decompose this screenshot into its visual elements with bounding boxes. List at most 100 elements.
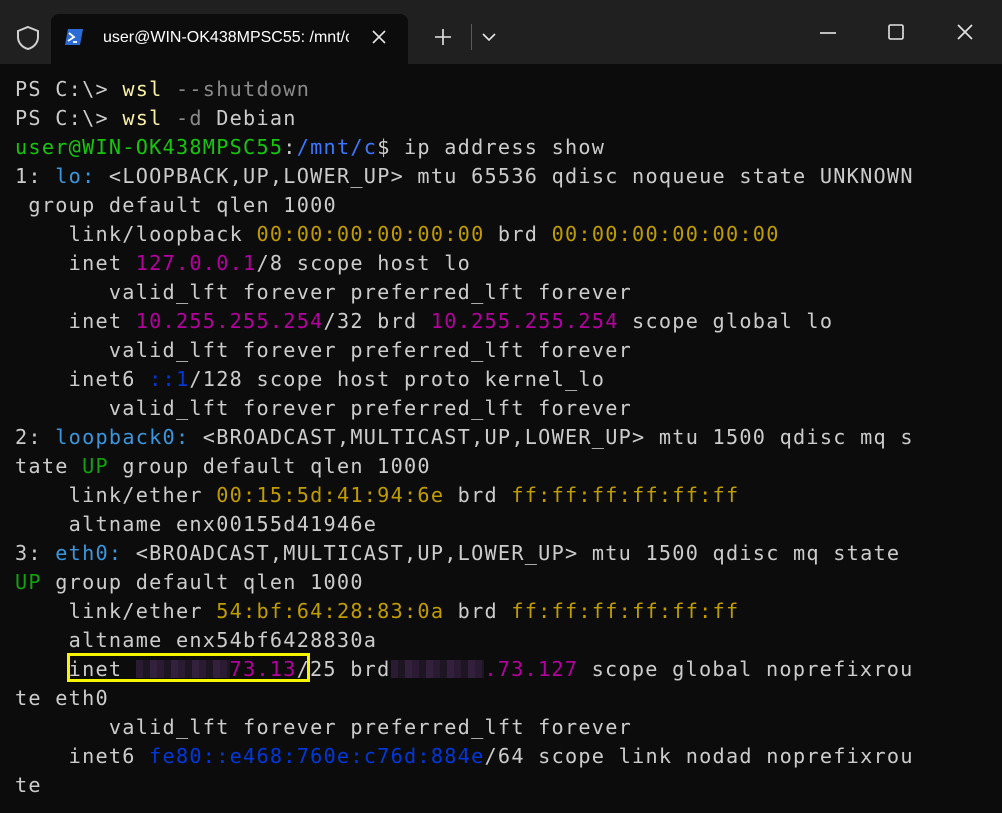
terminal-text: altname enx54bf6428830a [15, 628, 378, 652]
terminal-text: brd [444, 599, 512, 623]
terminal-text: PS C:\> [15, 77, 123, 101]
terminal-text: valid_lft forever preferred_lft forever [15, 280, 633, 304]
terminal-text: loopback0: [55, 425, 190, 449]
terminal-line: altname enx00155d41946e [15, 510, 995, 539]
plus-icon[interactable] [432, 26, 454, 48]
terminal-line: inet 10.255.255.254/32 brd 10.255.255.25… [15, 307, 995, 336]
terminal-text: lo: [55, 164, 96, 188]
close-icon[interactable] [369, 27, 389, 47]
terminal-text: /128 scope host proto kernel_lo [189, 367, 606, 391]
terminal-line: 3: eth0: <BROADCAST,MULTICAST,UP,LOWER_U… [15, 539, 995, 568]
terminal-text: eth0: [55, 541, 123, 565]
terminal-line: altname enx54bf6428830a [15, 626, 995, 655]
highlight-box [67, 653, 310, 682]
terminal-text: te eth0 [15, 686, 109, 710]
terminal-line: valid_lft forever preferred_lft forever [15, 278, 995, 307]
terminal-text: ::1 [149, 367, 190, 391]
terminal-line: inet6 fe80::e468:760e:c76d:884e/64 scope… [15, 742, 995, 771]
terminal-line: PS C:\> wsl -d Debian [15, 104, 995, 133]
terminal-text: 3: [15, 541, 56, 565]
terminal-text: PS C:\> [15, 106, 123, 130]
terminal-output[interactable]: PS C:\> wsl --shutdown PS C:\> wsl -d Deb… [15, 75, 995, 800]
terminal-line: 1: lo: <LOOPBACK,UP,LOWER_UP> mtu 65536 … [15, 162, 995, 191]
terminal-text: 00:00:00:00:00:00 [551, 222, 780, 246]
terminal-line: tate UP group default qlen 1000 [15, 452, 995, 481]
terminal-text: .73.127 [484, 657, 579, 681]
terminal-line: 2: loopback0: <BROADCAST,MULTICAST,UP,LO… [15, 423, 995, 452]
terminal-line: link/loopback 00:00:00:00:00:00 brd 00:0… [15, 220, 995, 249]
terminal-text: inet [15, 251, 136, 275]
terminal-line: user@WIN-OK438MPSC55:/mnt/c$ ip address … [15, 133, 995, 162]
tab-title: user@WIN-OK438MPSC55: /mnt/c [103, 29, 349, 46]
terminal-text: scope global lo [618, 309, 834, 333]
terminal-text: tate [15, 454, 83, 478]
terminal-text: <LOOPBACK,UP,LOWER_UP> mtu 65536 qdisc n… [95, 164, 914, 188]
terminal-text: valid_lft forever preferred_lft forever [15, 338, 633, 362]
terminal-text: te [15, 773, 42, 797]
maximize-icon[interactable] [885, 21, 907, 43]
close-icon[interactable] [954, 21, 976, 43]
terminal-text: UP [82, 454, 109, 478]
terminal-text: 2: [15, 425, 56, 449]
terminal-text: /8 scope host lo [256, 251, 472, 275]
tab-debian[interactable]: user@WIN-OK438MPSC55: /mnt/c [51, 14, 408, 64]
terminal-line: group default qlen 1000 [15, 191, 995, 220]
terminal-text: group default qlen 1000 [15, 193, 337, 217]
terminal-line: valid_lft forever preferred_lft forever [15, 336, 995, 365]
terminal-text: valid_lft forever preferred_lft forever [15, 715, 633, 739]
terminal-text: 00:15:5d:41:94:6e [216, 483, 445, 507]
shield-icon [17, 25, 39, 51]
terminal-text: user@WIN-OK438MPSC55 [15, 135, 284, 159]
terminal-text: link/ether [15, 599, 217, 623]
terminal-window: user@WIN-OK438MPSC55: /mnt/c PS C:\> wsl… [0, 0, 1002, 813]
terminal-text: <BROADCAST,MULTICAST,UP,LOWER_UP> mtu 15… [189, 425, 914, 449]
terminal-line: te [15, 771, 995, 800]
terminal-text: inet6 [15, 744, 150, 768]
terminal-line: valid_lft forever preferred_lft forever [15, 713, 995, 742]
terminal-text: brd [484, 222, 552, 246]
powershell-icon [65, 29, 83, 45]
terminal-line: te eth0 [15, 684, 995, 713]
terminal-line: link/ether 00:15:5d:41:94:6e brd ff:ff:f… [15, 481, 995, 510]
terminal-text: ff:ff:ff:ff:ff:ff [511, 483, 740, 507]
terminal-text: -d [162, 106, 203, 130]
terminal-text: /mnt/c [296, 135, 378, 159]
terminal-text: altname enx00155d41946e [15, 512, 378, 536]
terminal-text: /25 brd [296, 657, 391, 681]
terminal-text: fe80::e468:760e:c76d:884e [149, 744, 485, 768]
terminal-line: valid_lft forever preferred_lft forever [15, 394, 995, 423]
terminal-text: : [283, 135, 297, 159]
terminal-text: 10.255.255.254 [135, 309, 324, 333]
terminal-text: scope global noprefixrou [578, 657, 914, 681]
terminal-text: valid_lft forever preferred_lft forever [15, 396, 633, 420]
terminal-text: ff:ff:ff:ff:ff:ff [511, 599, 740, 623]
terminal-line: link/ether 54:bf:64:28:83:0a brd ff:ff:f… [15, 597, 995, 626]
terminal-text: wsl [122, 77, 163, 101]
redacted-text [390, 660, 485, 678]
terminal-text: group default qlen 1000 [41, 570, 364, 594]
terminal-line: UP group default qlen 1000 [15, 568, 995, 597]
terminal-line: inet 127.0.0.1/8 scope host lo [15, 249, 995, 278]
terminal-text: 1: [15, 164, 56, 188]
terminal-text: group default qlen 1000 [108, 454, 431, 478]
terminal-text: 00:00:00:00:00:00 [256, 222, 485, 246]
minimize-icon[interactable] [817, 22, 839, 44]
terminal-text: link/ether [15, 483, 217, 507]
title-bar: user@WIN-OK438MPSC55: /mnt/c [0, 0, 1002, 64]
terminal-text: brd [444, 483, 512, 507]
terminal-text: Debian [202, 106, 297, 130]
terminal-text: inet6 [15, 367, 150, 391]
terminal-text: UP [15, 570, 42, 594]
chevron-down-icon[interactable] [480, 28, 498, 46]
terminal-text: 54:bf:64:28:83:0a [216, 599, 445, 623]
terminal-line: PS C:\> wsl --shutdown [15, 75, 995, 104]
terminal-text: $ ip address show [377, 135, 606, 159]
terminal-text: wsl [122, 106, 163, 130]
terminal-text: --shutdown [162, 77, 311, 101]
tab-separator [471, 24, 472, 50]
terminal-text: 127.0.0.1 [135, 251, 257, 275]
terminal-text: link/loopback [15, 222, 257, 246]
terminal-text: 10.255.255.254 [430, 309, 619, 333]
terminal-text: <BROADCAST,MULTICAST,UP,LOWER_UP> mtu 15… [122, 541, 901, 565]
terminal-line: inet6 ::1/128 scope host proto kernel_lo [15, 365, 995, 394]
